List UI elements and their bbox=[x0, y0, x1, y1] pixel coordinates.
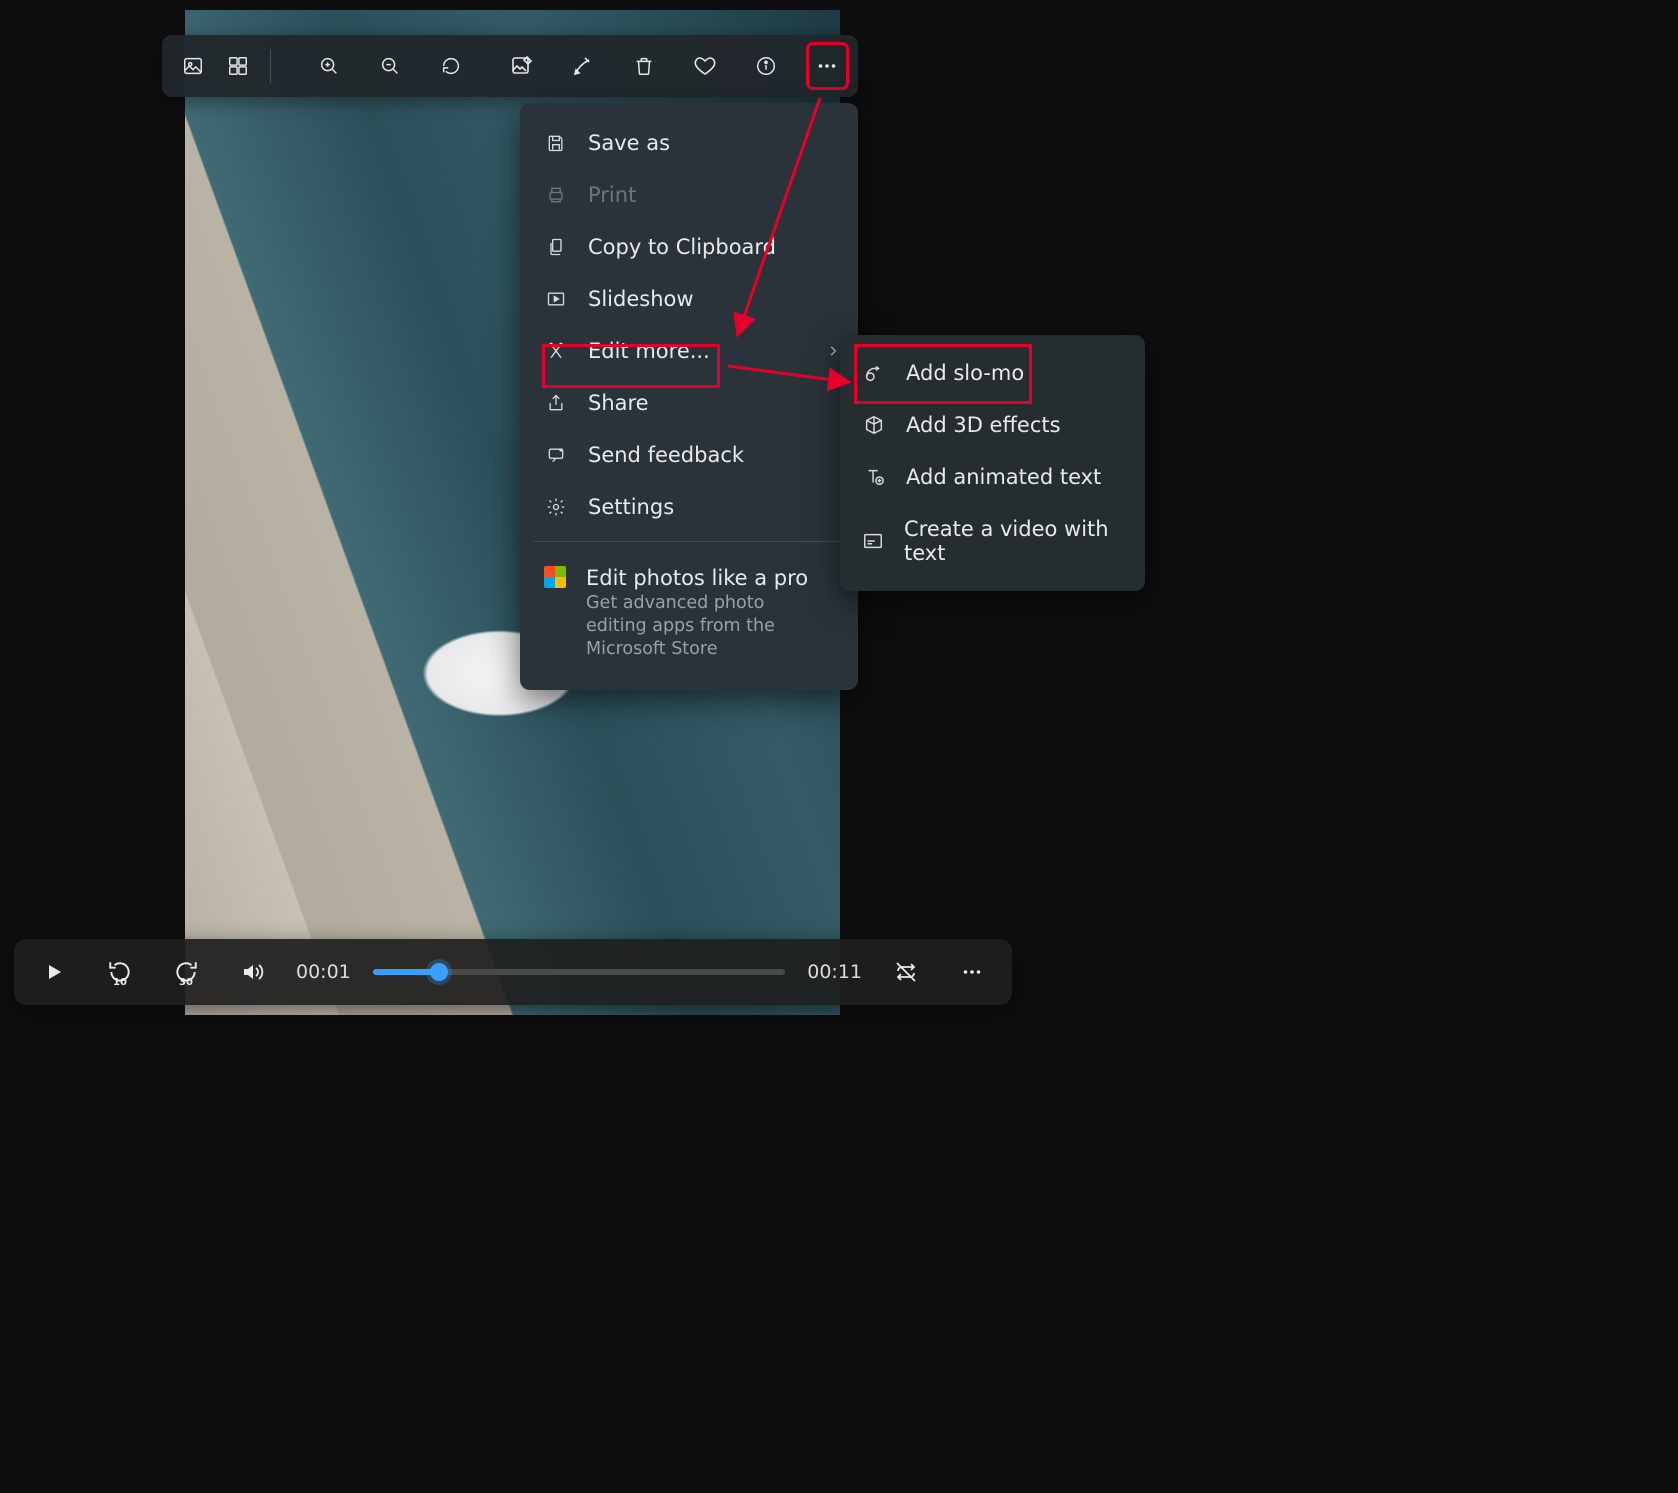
elapsed-time: 00:01 bbox=[296, 961, 351, 983]
zoom-in-icon bbox=[318, 55, 340, 77]
add-to-collection-button[interactable] bbox=[217, 43, 258, 89]
skip-back-amount: 10 bbox=[113, 977, 127, 988]
seek-bar[interactable] bbox=[373, 969, 785, 975]
store-subtitle: Get advanced photo editing apps from the… bbox=[586, 592, 816, 660]
info-icon bbox=[755, 55, 777, 77]
edit-more-submenu: Add slo-mo Add 3D effects Add animated t… bbox=[840, 335, 1145, 591]
total-time: 00:11 bbox=[807, 961, 862, 983]
submenu-add-slomo[interactable]: Add slo-mo bbox=[840, 347, 1145, 399]
view-all-photos-button[interactable] bbox=[172, 43, 213, 89]
info-button[interactable] bbox=[746, 43, 787, 89]
menu-label: Share bbox=[588, 391, 649, 415]
menu-copy-clipboard[interactable]: Copy to Clipboard bbox=[520, 221, 858, 273]
store-title: Edit photos like a pro bbox=[586, 566, 816, 590]
cube-icon bbox=[862, 414, 886, 436]
playback-bar: 10 30 00:01 00:11 bbox=[14, 939, 1012, 1005]
skip-back-button[interactable]: 10 bbox=[98, 950, 142, 994]
feedback-icon bbox=[544, 445, 568, 465]
volume-icon bbox=[240, 960, 264, 984]
zoom-out-icon bbox=[379, 55, 401, 77]
submenu-add-3d-effects[interactable]: Add 3D effects bbox=[840, 399, 1145, 451]
menu-edit-more[interactable]: Edit more... bbox=[520, 325, 858, 377]
menu-edit-photos-pro[interactable]: Edit photos like a pro Get advanced phot… bbox=[520, 550, 858, 676]
slomo-icon bbox=[862, 362, 886, 384]
store-text: Edit photos like a pro Get advanced phot… bbox=[586, 566, 816, 660]
submenu-label: Add animated text bbox=[906, 465, 1101, 489]
delete-button[interactable] bbox=[624, 43, 665, 89]
more-options-button[interactable] bbox=[807, 43, 848, 89]
loop-off-icon bbox=[894, 960, 918, 984]
submenu-create-video-text[interactable]: Create a video with text bbox=[840, 503, 1145, 579]
menu-print: Print bbox=[520, 169, 858, 221]
menu-label: Save as bbox=[588, 131, 670, 155]
menu-label: Print bbox=[588, 183, 636, 207]
loop-button[interactable] bbox=[884, 950, 928, 994]
more-icon bbox=[815, 54, 839, 78]
menu-separator bbox=[534, 541, 844, 542]
seek-thumb[interactable] bbox=[430, 963, 448, 981]
edit-more-icon bbox=[544, 341, 568, 361]
top-toolbar bbox=[162, 35, 858, 97]
play-button[interactable] bbox=[32, 950, 76, 994]
menu-save-as[interactable]: Save as bbox=[520, 117, 858, 169]
copy-icon bbox=[544, 237, 568, 257]
menu-send-feedback[interactable]: Send feedback bbox=[520, 429, 858, 481]
playbar-more-button[interactable] bbox=[950, 950, 994, 994]
gallery-icon bbox=[182, 55, 204, 77]
menu-share[interactable]: Share bbox=[520, 377, 858, 429]
more-icon bbox=[960, 960, 984, 984]
animated-text-icon bbox=[862, 466, 886, 488]
collection-icon bbox=[227, 55, 249, 77]
microsoft-store-icon bbox=[544, 566, 566, 588]
menu-label: Send feedback bbox=[588, 443, 744, 467]
play-icon bbox=[42, 960, 66, 984]
heart-icon bbox=[693, 54, 717, 78]
volume-button[interactable] bbox=[230, 950, 274, 994]
gear-icon bbox=[544, 497, 568, 517]
draw-button[interactable] bbox=[563, 43, 604, 89]
menu-slideshow[interactable]: Slideshow bbox=[520, 273, 858, 325]
menu-label: Edit more... bbox=[588, 339, 710, 363]
slideshow-icon bbox=[544, 289, 568, 309]
draw-icon bbox=[571, 54, 595, 78]
menu-label: Slideshow bbox=[588, 287, 694, 311]
skip-forward-amount: 30 bbox=[179, 977, 193, 988]
skip-forward-button[interactable]: 30 bbox=[164, 950, 208, 994]
more-options-dropdown: Save as Print Copy to Clipboard Slidesho… bbox=[520, 103, 858, 690]
chevron-right-icon bbox=[826, 344, 840, 358]
submenu-add-animated-text[interactable]: Add animated text bbox=[840, 451, 1145, 503]
zoom-out-button[interactable] bbox=[370, 43, 411, 89]
menu-label: Settings bbox=[588, 495, 674, 519]
menu-settings[interactable]: Settings bbox=[520, 481, 858, 533]
favorite-button[interactable] bbox=[685, 43, 726, 89]
rotate-icon bbox=[440, 55, 462, 77]
submenu-label: Create a video with text bbox=[904, 517, 1123, 565]
save-icon bbox=[544, 133, 568, 153]
edit-image-button[interactable] bbox=[502, 43, 543, 89]
rotate-button[interactable] bbox=[431, 43, 472, 89]
menu-label: Copy to Clipboard bbox=[588, 235, 776, 259]
edit-image-icon bbox=[510, 54, 534, 78]
share-icon bbox=[544, 393, 568, 413]
delete-icon bbox=[633, 55, 655, 77]
toolbar-separator bbox=[270, 49, 271, 83]
submenu-label: Add 3D effects bbox=[906, 413, 1061, 437]
print-icon bbox=[544, 185, 568, 205]
video-text-icon bbox=[862, 530, 884, 552]
submenu-label: Add slo-mo bbox=[906, 361, 1024, 385]
zoom-in-button[interactable] bbox=[309, 43, 350, 89]
